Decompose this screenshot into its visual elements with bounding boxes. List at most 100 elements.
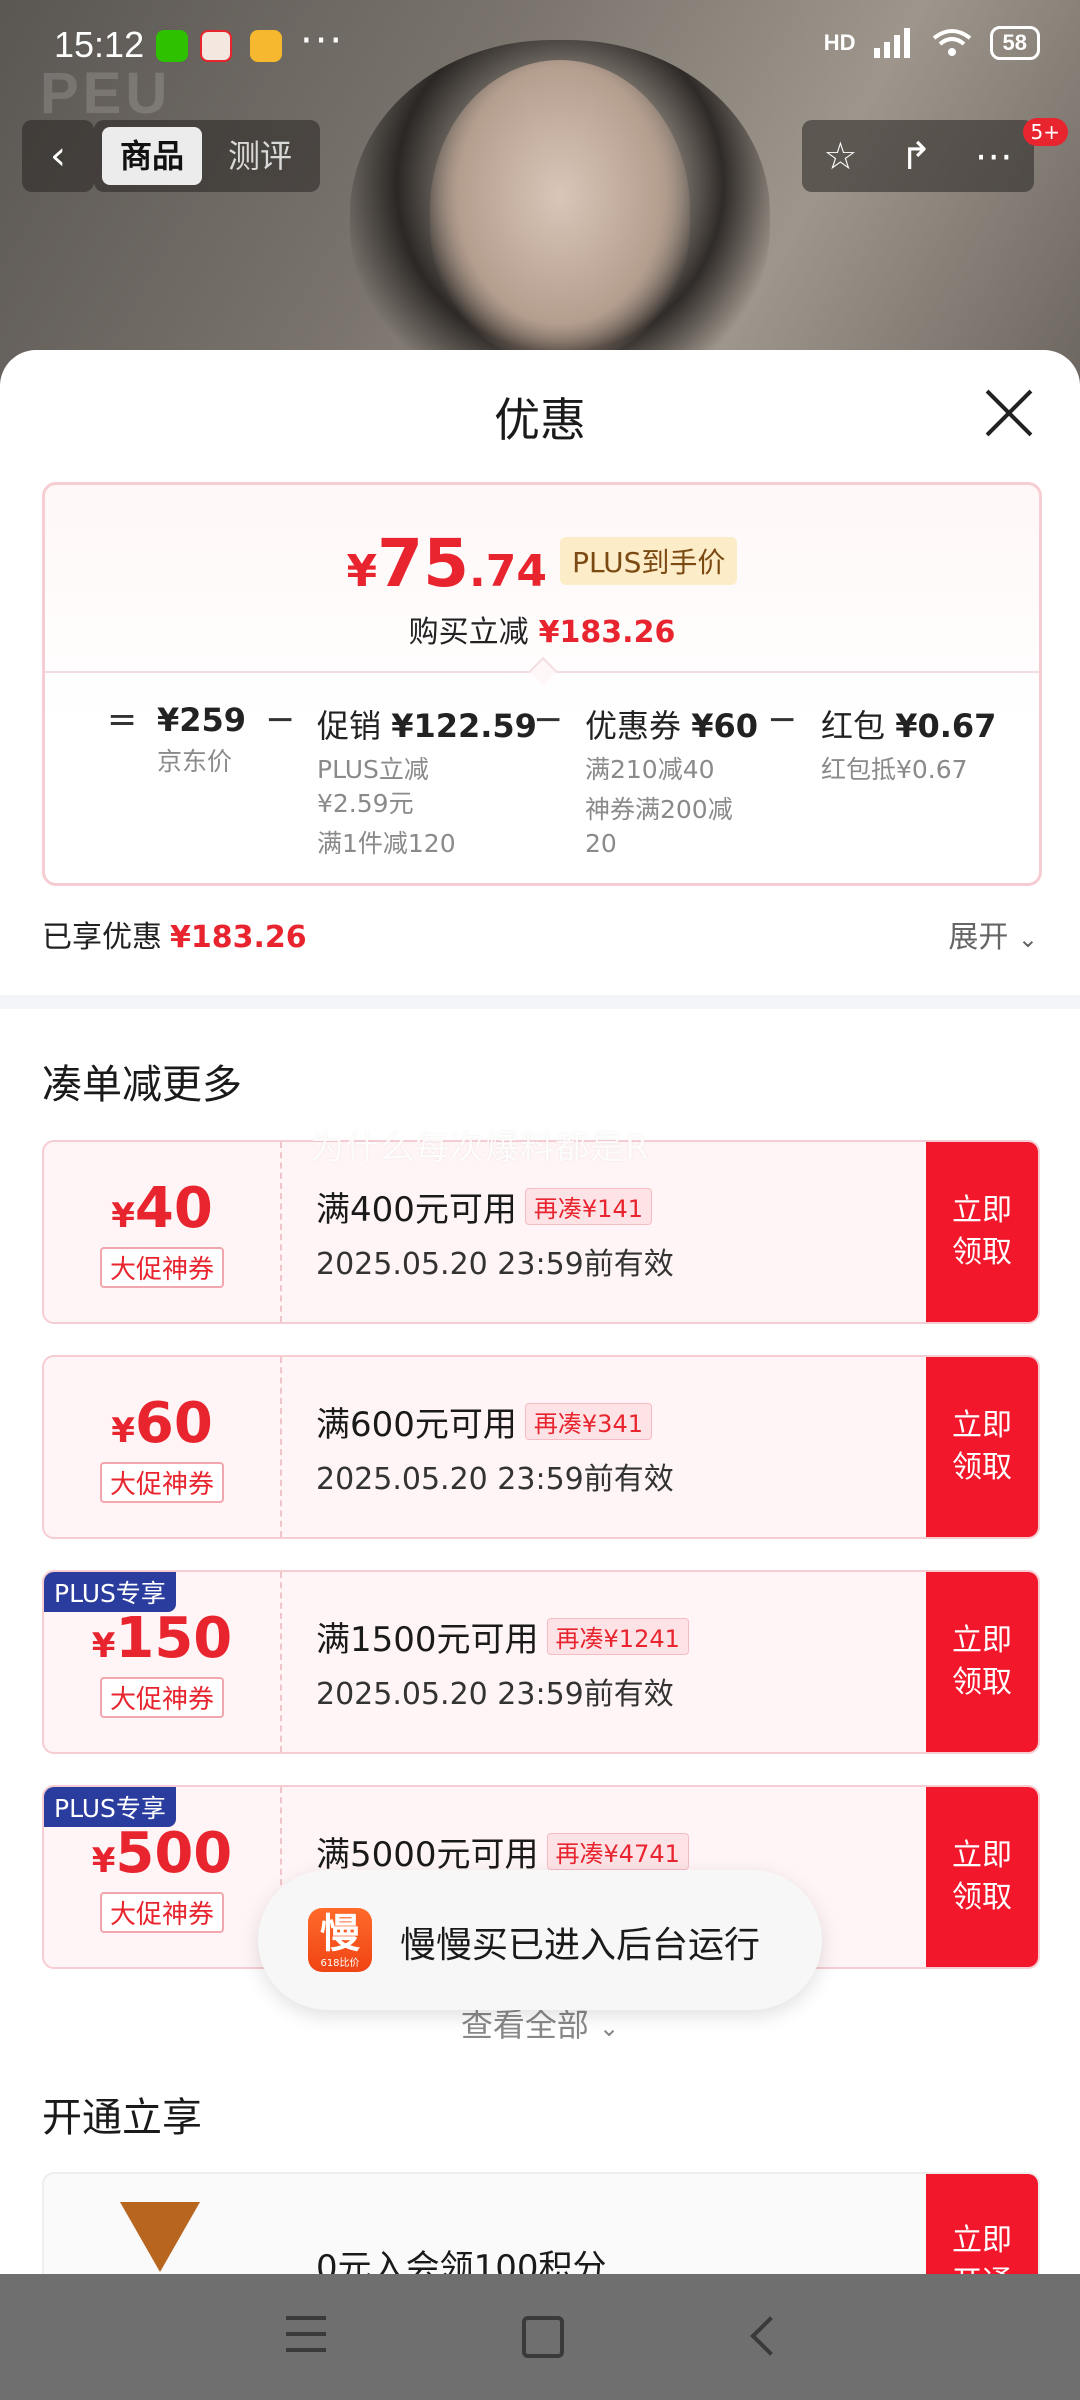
back-icon[interactable]	[750, 2316, 790, 2356]
formula-value: ¥122.59	[391, 707, 537, 745]
chevron-down-icon: ⌄	[1017, 925, 1038, 953]
top-nav: ‹ 商品 测评	[22, 120, 321, 192]
final-price: ¥75.74	[347, 525, 547, 602]
sheet-title: 优惠	[494, 393, 586, 447]
price-breakdown-card: ¥75.74 PLUS到手价 购买立减 ¥183.26 = ¥259 京东价 − …	[42, 482, 1042, 886]
toast-message: 慢慢买已进入后台运行	[400, 1925, 761, 1966]
section-divider	[0, 995, 1080, 1009]
coupon-amount: ¥60	[44, 1391, 280, 1456]
status-time: 15:12	[54, 24, 145, 65]
coupon-type-tag: 大促神券	[99, 1247, 224, 1288]
coupon-info: 满400元可用 再凑¥141 2025.05.20 23:59前有效	[316, 1182, 674, 1283]
formula-value: ¥0.67	[895, 707, 997, 745]
manmanmai-app-icon: 慢 618比价	[308, 1908, 372, 1972]
coupon-yen: ¥	[111, 1411, 135, 1451]
battery-icon: 58	[989, 26, 1040, 60]
claim-coupon-button[interactable]: 立即领取	[926, 1787, 1038, 1967]
coupon-value: 60	[134, 1391, 213, 1456]
coupon-condition: 满400元可用	[316, 1190, 517, 1230]
instant-reduce-line: 购买立减 ¥183.26	[45, 607, 1039, 651]
formula-item-coupon: 优惠券 ¥60 满210减40 神券满200减 20	[585, 701, 758, 861]
claim-coupon-button[interactable]: 立即领取	[926, 1572, 1038, 1752]
coupon-add-more-tag: 再凑¥341	[524, 1403, 652, 1440]
claim-button-label: 立即领取	[952, 1193, 1012, 1270]
coupon-expiry: 2025.05.20 23:59前有效	[316, 1462, 674, 1497]
home-icon[interactable]	[522, 2316, 564, 2358]
divider-notch	[528, 656, 558, 686]
coupon-yen: ¥	[111, 1196, 135, 1236]
claim-button-label: 立即领取	[952, 1838, 1012, 1915]
formula-label: 红包	[821, 707, 886, 745]
formula-main: 优惠券 ¥60	[585, 701, 758, 747]
coupon-amount: ¥150	[44, 1606, 280, 1671]
enjoyed-label: 已享优惠	[42, 920, 162, 955]
formula-sub-line: PLUS立减	[317, 755, 429, 784]
formula-sub-line: ¥2.59元	[317, 789, 414, 818]
enjoyed-amount: ¥183.26	[170, 920, 307, 955]
app-icon-subtext: 618比价	[320, 1958, 360, 1969]
share-icon[interactable]: ↱	[900, 134, 932, 178]
coupon-type-tag: 大促神券	[99, 1462, 224, 1503]
status-right: HD 58	[824, 26, 1040, 60]
background-running-toast: 慢 618比价 慢慢买已进入后台运行	[258, 1870, 822, 2010]
tab-product[interactable]: 商品	[102, 127, 203, 185]
claim-button-label: 立即领取	[952, 1623, 1012, 1700]
overlay-caption: 为什么每次爆料都是R	[310, 1128, 650, 1168]
coupon-value: 40	[134, 1176, 213, 1241]
coupon-yen: ¥	[91, 1841, 116, 1881]
claim-coupon-button[interactable]: 立即领取	[926, 1357, 1038, 1537]
formula-sub-line: 满1件减120	[317, 829, 456, 858]
formula-sub: PLUS立减 ¥2.59元	[317, 753, 537, 821]
formula-sub-line: 红包抵¥0.67	[821, 755, 968, 784]
system-nav-bar	[0, 2274, 1080, 2400]
wechat-icon	[156, 30, 188, 62]
jd-618-icon	[200, 30, 232, 62]
formula-sub: 京东价	[157, 747, 233, 776]
formula-sub-line: 神券满200减	[585, 795, 733, 824]
coupon-expiry: 2025.05.20 23:59前有效	[316, 1247, 674, 1282]
more-icon[interactable]: ⋯	[975, 134, 1013, 178]
coupon-amount: ¥40	[44, 1176, 280, 1241]
formula-sub-line: 20	[585, 829, 617, 858]
coupon-condition: 满1500元可用	[316, 1620, 539, 1660]
view-all-label: 查看全部	[460, 2006, 589, 2044]
formula-item-jd-price: ¥259 京东价	[157, 701, 246, 779]
close-icon[interactable]	[982, 386, 1036, 440]
claim-button-label: 立即领取	[952, 1408, 1012, 1485]
chevron-left-icon: ‹	[50, 133, 66, 179]
final-price-row: ¥75.74 PLUS到手价	[45, 525, 1039, 602]
chevron-down-icon: ⌄	[599, 2014, 620, 2042]
expand-label: 展开	[948, 920, 1009, 955]
nav-actions: ☆ ↱ ⋯	[802, 120, 1034, 192]
star-icon[interactable]: ☆	[823, 134, 857, 178]
coupon-info: 满600元可用 再凑¥341 2025.05.20 23:59前有效	[316, 1397, 674, 1498]
claim-coupon-button[interactable]: 立即领取	[926, 1142, 1038, 1322]
notes-icon	[250, 30, 282, 62]
coupon-amount-block: ¥40 大促神券	[44, 1142, 282, 1322]
model-face	[430, 60, 690, 360]
coupon-expiry: 2025.05.20 23:59前有效	[316, 1677, 674, 1712]
formula-op: −	[767, 699, 798, 740]
formula-op: −	[533, 699, 564, 740]
coupon-amount-block: ¥150 大促神券	[44, 1572, 282, 1752]
recent-apps-icon[interactable]	[286, 2316, 326, 2352]
instant-reduce-amount: ¥183.26	[538, 615, 676, 650]
coupon-condition: 满600元可用	[316, 1405, 517, 1445]
formula-label: 促销	[317, 707, 382, 745]
coupon-info: 满5000元可用 再凑¥4741	[316, 1827, 689, 1876]
coupon-amount-block: ¥500 大促神券	[44, 1787, 282, 1967]
formula-value: ¥259	[157, 701, 247, 739]
coupon-amount-block: ¥60 大促神券	[44, 1357, 282, 1537]
formula-op: −	[265, 699, 296, 740]
instant-reduce-label: 购买立减	[408, 615, 529, 650]
coupon-add-more-tag: 再凑¥4741	[546, 1833, 689, 1870]
coupon-type-tag: 大促神券	[99, 1892, 224, 1933]
formula-main: ¥259	[157, 701, 246, 739]
formula-op: =	[107, 699, 138, 740]
final-price-int: 75	[377, 525, 470, 602]
expand-button[interactable]: 展开 ⌄	[948, 912, 1038, 956]
back-button[interactable]: ‹	[22, 120, 94, 192]
coupon-info: 满1500元可用 再凑¥1241 2025.05.20 23:59前有效	[316, 1612, 689, 1713]
formula-label: 优惠券	[585, 707, 682, 745]
tab-review[interactable]: 测评	[210, 127, 310, 185]
